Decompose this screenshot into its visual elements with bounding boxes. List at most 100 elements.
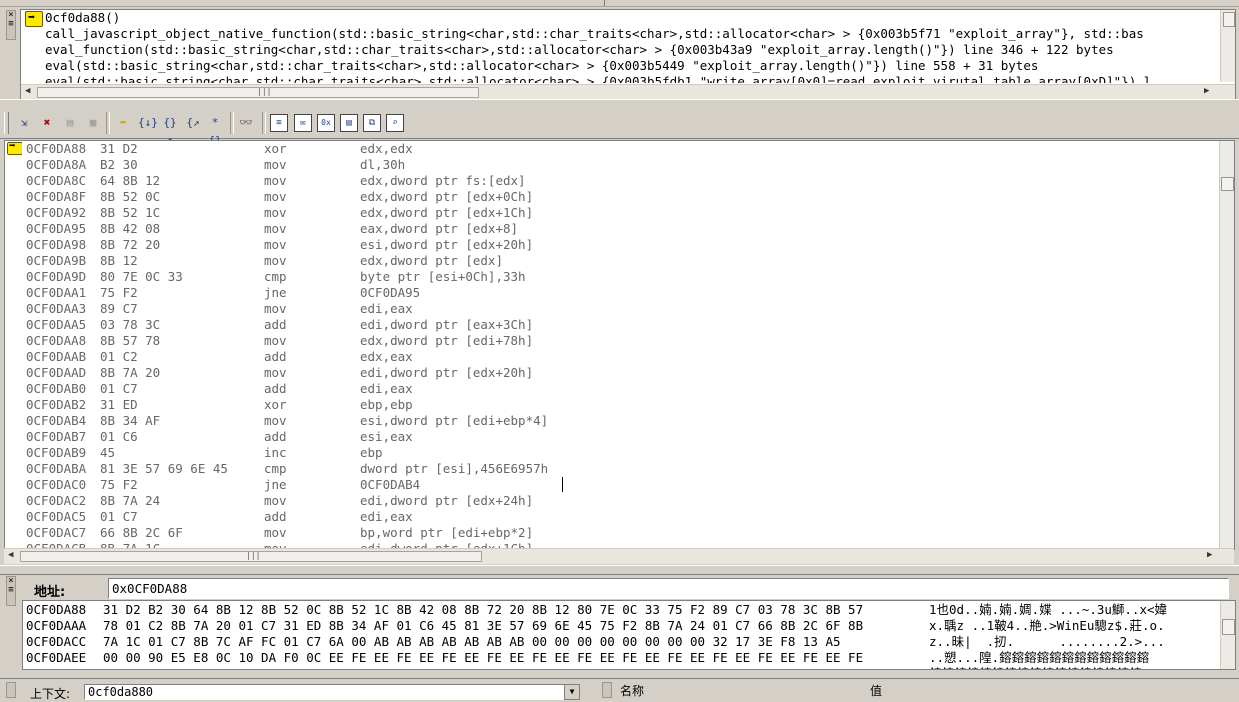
disassembly-row[interactable]: 0CF0DA8C 64 8B 12 mov edx,dword ptr fs:[edx…	[22, 173, 1218, 189]
disassembly-row[interactable]: 0CF0DAA1 75 F2 jne 0CF0DA95	[22, 285, 1218, 301]
memory-row[interactable]: 0CF0DB10 EE FE EE FE EE FE EE FE EE FE EE…	[23, 666, 1219, 669]
scroll-grip-icon: |||	[246, 551, 261, 560]
memory-row[interactable]: 0CF0DA88 31 D2 B2 30 64 8B 12 8B 52 0C 8B…	[23, 602, 1219, 618]
call-stack-line[interactable]: eval(std::basic_string<char,std::char_tr…	[45, 58, 1038, 74]
instruction-bytes: 01 C6	[100, 429, 138, 444]
disassembly-row[interactable]: 0CF0DA88 31 D2 xor edx,edx	[22, 141, 1218, 157]
step-into-specific-icon[interactable]: *{}	[206, 114, 224, 147]
disassembly-row[interactable]: 0CF0DA92 8B 52 1C mov edx,dword ptr [edx+1C…	[22, 205, 1218, 221]
call-stack-line[interactable]: eval_function(std::basic_string<char,std…	[45, 42, 1114, 58]
step-out-icon[interactable]: {}↑	[161, 114, 179, 147]
step-into-icon[interactable]: ⇲	[15, 114, 33, 132]
run-to-cursor-icon[interactable]: {↗	[184, 114, 202, 132]
instruction-bytes: 75 F2	[100, 477, 138, 492]
text-cursor	[562, 477, 563, 492]
scroll-left-arrow-icon[interactable]: ◀	[8, 550, 13, 560]
disassembly-row[interactable]: 0CF0DAB4 8B 34 AF mov esi,dword ptr [edi+eb…	[22, 413, 1218, 429]
memory-vscrollbar[interactable]	[1220, 601, 1235, 669]
call-stack-window-icon[interactable]: ⧉	[363, 114, 381, 132]
instruction-address: 0CF0DAB0	[26, 381, 87, 396]
instruction-bytes: 89 C7	[100, 301, 138, 316]
instruction-mnemonic: mov	[264, 333, 287, 348]
disassembly-row[interactable]: 0CF0DAB2 31 ED xor ebp,ebp	[22, 397, 1218, 413]
disassembly-row[interactable]: 0CF0DAA5 03 78 3C add edi,dword ptr [eax+3C…	[22, 317, 1218, 333]
registers-window-icon[interactable]: 0x	[317, 114, 335, 132]
disassembly-vscrollbar-thumb[interactable]	[1221, 177, 1234, 191]
instruction-mnemonic: jne	[264, 477, 287, 492]
scroll-right-arrow-icon[interactable]: ▶	[1207, 550, 1212, 560]
disassembly-row[interactable]: 0CF0DAB7 01 C6 add esi,eax	[22, 429, 1218, 445]
memory-address: 0CF0DAEE	[26, 650, 87, 665]
disassembly-window-icon[interactable]: ⌕	[386, 114, 404, 132]
instruction-operands: edx,dword ptr [edx+0Ch]	[360, 189, 534, 204]
disassembly-vscrollbar[interactable]	[1219, 141, 1234, 549]
instruction-mnemonic: xor	[264, 141, 287, 156]
disassembly-hscrollbar[interactable]: ◀ ||| ▶	[4, 548, 1234, 564]
instruction-operands: edx,eax	[360, 349, 413, 364]
instruction-address: 0CF0DAA3	[26, 301, 87, 316]
instruction-bytes: 81 3E 57 69 6E 45	[100, 461, 228, 476]
disassembly-row[interactable]: 0CF0DA95 8B 42 08 mov eax,dword ptr [edx+8]	[22, 221, 1218, 237]
quickwatch-icon[interactable]: 👓	[237, 114, 255, 132]
disassembly-row[interactable]: 0CF0DAB0 01 C7 add edi,eax	[22, 381, 1218, 397]
disassembly-row[interactable]: 0CF0DAAD 8B 7A 20 mov edi,dword ptr [edx+20…	[22, 365, 1218, 381]
current-instruction-arrow-glyph: ➡	[9, 139, 16, 152]
toolbar-gripper[interactable]	[4, 112, 9, 134]
chevron-down-icon[interactable]: ▼	[564, 684, 580, 700]
memory-row[interactable]: 0CF0DAAA 78 01 C2 8B 7A 20 01 C7 31 ED 8B…	[23, 618, 1219, 634]
disassembly-rows: 0CF0DA88 31 D2 xor edx,edx 0CF0DA8A B2 30 mov d…	[22, 141, 1218, 549]
memory-address: 0CF0DA88	[26, 602, 87, 617]
memory-row[interactable]: 0CF0DAEE 00 00 90 E5 E8 0C 10 DA F0 0C EE…	[23, 650, 1219, 666]
context-dropdown[interactable]: 0cf0da880	[84, 684, 567, 700]
call-stack-hscrollbar[interactable]: ◀ ||| ▶	[21, 84, 1235, 99]
instruction-address: 0CF0DAAB	[26, 349, 87, 364]
memory-vscrollbar-thumb[interactable]	[1222, 619, 1235, 635]
variables-window-icon[interactable]: ✉	[294, 114, 312, 132]
show-next-statement-icon[interactable]: ➡	[114, 114, 132, 132]
watch-window-icon[interactable]: ≋	[270, 114, 288, 132]
instruction-operands: byte ptr [esi+0Ch],33h	[360, 269, 526, 284]
address-input[interactable]: 0x0CF0DA88	[108, 578, 1229, 599]
stop-debug-icon[interactable]: ✖	[38, 114, 56, 132]
scroll-right-arrow-icon[interactable]: ▶	[1204, 86, 1209, 96]
disassembly-row[interactable]: 0CF0DAC5 01 C7 add edi,eax	[22, 509, 1218, 525]
call-stack-line[interactable]: call_javascript_object_native_function(s…	[45, 26, 1144, 42]
disassembly-row[interactable]: 0CF0DA8F 8B 52 0C mov edx,dword ptr [edx+0C…	[22, 189, 1218, 205]
disassembly-row[interactable]: 0CF0DAA8 8B 57 78 mov edx,dword ptr [edi+78…	[22, 333, 1218, 349]
disassembly-row[interactable]: 0CF0DA8A B2 30 mov dl,30h	[22, 157, 1218, 173]
disassembly-row[interactable]: 0CF0DA9D 80 7E 0C 33 cmp byte ptr [esi+0Ch]…	[22, 269, 1218, 285]
instruction-operands: dl,30h	[360, 157, 406, 172]
instruction-address: 0CF0DA9B	[26, 253, 87, 268]
current-frame-arrow-glyph: ➡	[28, 10, 36, 24]
step-over-icon[interactable]: {↓}	[138, 114, 158, 132]
call-stack-vscrollbar-thumb[interactable]	[1223, 12, 1235, 27]
memory-row[interactable]: 0CF0DACC 7A 1C 01 C7 8B 7C AF FC 01 C7 6A…	[23, 634, 1219, 650]
instruction-operands: edx,dword ptr [edx+1Ch]	[360, 205, 534, 220]
splitter-bottom[interactable]	[0, 565, 1239, 575]
disassembly-row[interactable]: 0CF0DAA3 89 C7 mov edi,eax	[22, 301, 1218, 317]
disassembly-row[interactable]: 0CF0DA98 8B 72 20 mov esi,dword ptr [edx+20…	[22, 237, 1218, 253]
instruction-bytes: 03 78 3C	[100, 317, 161, 332]
instruction-operands: eax,dword ptr [edx+8]	[360, 221, 519, 236]
disassembly-pane[interactable]: 0CF0DA88 31 D2 xor edx,edx 0CF0DA8A B2 30 mov d…	[22, 140, 1235, 550]
disassembly-row[interactable]: 0CF0DAC2 8B 7A 24 mov edi,dword ptr [edx+24…	[22, 493, 1218, 509]
call-stack-line[interactable]: eval(std::basic_string<char,std::char_tr…	[45, 74, 1151, 83]
memory-pane[interactable]: 0CF0DA88 31 D2 B2 30 64 8B 12 8B 52 0C 8B…	[22, 600, 1236, 670]
instruction-operands: 0CF0DAB4	[360, 477, 421, 492]
memory-hex-bytes: 31 D2 B2 30 64 8B 12 8B 52 0C 8B 52 1C 8…	[103, 602, 864, 617]
disassembly-row[interactable]: 0CF0DAC0 75 F2 jne 0CF0DAB4	[22, 477, 1218, 493]
instruction-bytes: 31 ED	[100, 397, 138, 412]
memory-ascii: x.聥z ..1鞁4..艵.>WinEu驄z$.莊.o.	[929, 618, 1165, 633]
call-stack-dock-handle[interactable]: × ≡	[6, 10, 16, 40]
memory-window-icon[interactable]: ▤	[340, 114, 358, 132]
scroll-left-arrow-icon[interactable]: ◀	[25, 86, 30, 96]
instruction-mnemonic: inc	[264, 445, 287, 460]
memory-dock-handle[interactable]: × ≡	[6, 576, 16, 606]
memory-ascii: ..愬...隍.鎔鎔鎔鎔鎔鎔鎔鎔鎔鎔鎔鎔	[929, 650, 1150, 665]
disassembly-row[interactable]: 0CF0DAB9 45 inc ebp	[22, 445, 1218, 461]
call-stack-line[interactable]: 0cf0da88()	[45, 10, 120, 26]
disassembly-row[interactable]: 0CF0DABA 81 3E 57 69 6E 45 cmp dword ptr [e…	[22, 461, 1218, 477]
disassembly-row[interactable]: 0CF0DA9B 8B 12 mov edx,dword ptr [edx]	[22, 253, 1218, 269]
disassembly-row[interactable]: 0CF0DAAB 01 C2 add edx,eax	[22, 349, 1218, 365]
disassembly-row[interactable]: 0CF0DAC7 66 8B 2C 6F mov bp,word ptr [edi+e…	[22, 525, 1218, 541]
